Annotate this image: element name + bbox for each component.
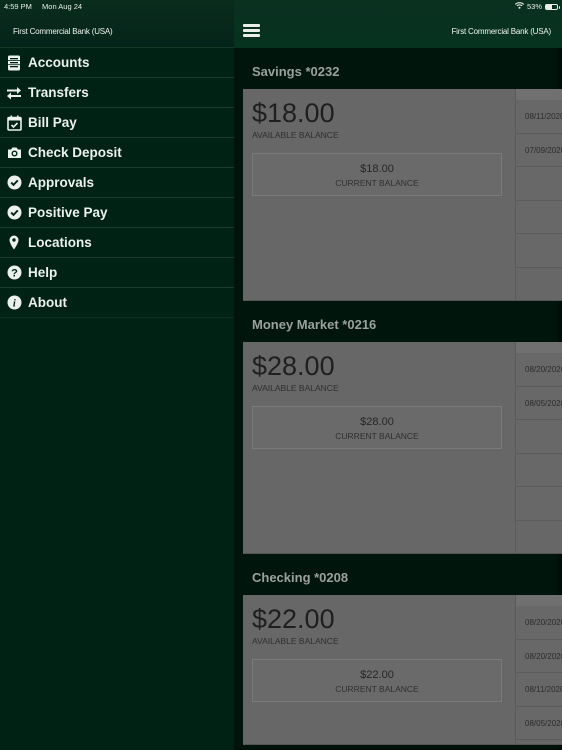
menu-label: Check Deposit (28, 145, 122, 160)
transfer-arrows-icon (6, 85, 22, 101)
account-title[interactable]: Checking *0208 (252, 570, 348, 585)
status-bar: 4:59 PM Mon Aug 24 53% (0, 0, 562, 12)
menu-item-about[interactable]: i About (0, 288, 234, 318)
menu-label: About (28, 295, 67, 310)
transaction-date: 08/20/2020 (525, 365, 562, 374)
transaction-row[interactable] (516, 487, 562, 521)
menu-item-approvals[interactable]: Approvals (0, 168, 234, 198)
badge-check-icon (6, 205, 22, 221)
menu-item-accounts[interactable]: Accounts (0, 48, 234, 78)
current-balance-box[interactable]: $22.00 CURRENT BALANCE (252, 659, 502, 702)
transaction-date: 07/09/2020 (525, 145, 562, 155)
transaction-row[interactable]: 07/09/2020 (516, 133, 562, 168)
menu-label: Positive Pay (28, 205, 108, 220)
badge-check-icon (6, 175, 22, 191)
map-pin-icon (6, 235, 22, 251)
account-title[interactable]: Savings *0232 (252, 64, 339, 79)
transaction-list: 08/20/2020 08/20/2020 08/11/2020 08/05/2… (515, 595, 562, 745)
menu-item-transfers[interactable]: Transfers (0, 78, 234, 108)
menu-label: Transfers (28, 85, 89, 100)
account-card[interactable]: $28.00 AVAILABLE BALANCE $28.00 CURRENT … (243, 342, 562, 554)
transaction-row[interactable]: 08/20/2020 (516, 606, 562, 640)
accounts-panel: First Commercial Bank (USA) Savings *023… (234, 0, 562, 750)
wifi-icon (514, 2, 525, 11)
transaction-date: 08/20/2020 (525, 651, 562, 661)
menu-label: Locations (28, 235, 92, 250)
status-date: Mon Aug 24 (42, 2, 83, 11)
transaction-row[interactable]: 08/20/2020 (516, 353, 562, 387)
account-title[interactable]: Money Market *0216 (252, 317, 376, 332)
side-menu: First Commercial Bank (USA) Accounts Tra… (0, 0, 234, 750)
menu-item-locations[interactable]: Locations (0, 228, 234, 258)
available-balance-value: $18.00 (252, 98, 335, 128)
account-card[interactable]: $22.00 AVAILABLE BALANCE $22.00 CURRENT … (243, 595, 562, 745)
transaction-list: 08/11/2020 07/09/2020 (515, 89, 562, 301)
menu-label: Accounts (28, 55, 90, 70)
transaction-date: 08/11/2020 (525, 685, 562, 695)
transaction-row[interactable] (516, 167, 562, 201)
calendar-check-icon (6, 115, 22, 131)
current-balance-label: CURRENT BALANCE (335, 431, 419, 441)
menu-item-check-deposit[interactable]: Check Deposit (0, 138, 234, 168)
accounts-icon (6, 55, 22, 71)
account-card[interactable]: $18.00 AVAILABLE BALANCE $18.00 CURRENT … (243, 89, 562, 301)
transaction-row[interactable] (516, 200, 562, 235)
transaction-row[interactable]: 08/20/2020 (516, 639, 562, 674)
current-balance-value: $22.00 (360, 669, 394, 681)
menu-label: Bill Pay (28, 115, 77, 130)
transaction-list: 08/20/2020 08/05/2020 (515, 342, 562, 554)
transaction-list-header (516, 89, 562, 100)
current-balance-value: $28.00 (360, 416, 394, 428)
menu-item-bill-pay[interactable]: Bill Pay (0, 108, 234, 138)
menu-label: Approvals (28, 175, 95, 190)
transaction-row[interactable] (516, 453, 562, 488)
sidebar-bank-name: First Commercial Bank (USA) (13, 27, 113, 36)
current-balance-value: $18.00 (360, 163, 394, 175)
current-balance-label: CURRENT BALANCE (335, 684, 419, 694)
transaction-date: 08/11/2020 (525, 112, 562, 121)
available-balance-label: AVAILABLE BALANCE (252, 636, 339, 646)
current-balance-box[interactable]: $28.00 CURRENT BALANCE (252, 406, 502, 449)
available-balance-value: $22.00 (252, 604, 335, 634)
available-balance-label: AVAILABLE BALANCE (252, 130, 339, 140)
menu-label: Help (28, 265, 58, 280)
hamburger-icon[interactable] (243, 24, 260, 37)
transaction-list-header (516, 342, 562, 353)
menu-item-help[interactable]: ? Help (0, 258, 234, 288)
svg-text:?: ? (11, 267, 18, 279)
current-balance-box[interactable]: $18.00 CURRENT BALANCE (252, 153, 502, 196)
transaction-list-header (516, 595, 562, 606)
transaction-row[interactable]: 08/05/2020 (516, 706, 562, 741)
info-circle-icon: i (6, 295, 22, 311)
current-balance-label: CURRENT BALANCE (335, 178, 419, 188)
battery-icon (545, 3, 560, 10)
transaction-row[interactable] (516, 420, 562, 454)
transaction-row[interactable] (516, 234, 562, 268)
available-balance-value: $28.00 (252, 351, 335, 381)
transaction-row[interactable]: 08/05/2020 (516, 386, 562, 421)
available-balance-label: AVAILABLE BALANCE (252, 383, 339, 393)
camera-icon (6, 145, 22, 161)
header-bank-name: First Commercial Bank (USA) (451, 27, 551, 36)
status-time: 4:59 PM (4, 2, 32, 11)
transaction-date: 08/20/2020 (525, 618, 562, 627)
question-circle-icon: ? (6, 265, 22, 281)
transaction-date: 08/05/2020 (525, 718, 562, 728)
transaction-date: 08/05/2020 (525, 398, 562, 408)
battery-percent: 53% (526, 2, 542, 11)
svg-text:i: i (12, 299, 15, 310)
menu-item-positive-pay[interactable]: Positive Pay (0, 198, 234, 228)
transaction-row[interactable]: 08/11/2020 (516, 100, 562, 134)
transaction-row[interactable]: 08/11/2020 (516, 673, 562, 707)
